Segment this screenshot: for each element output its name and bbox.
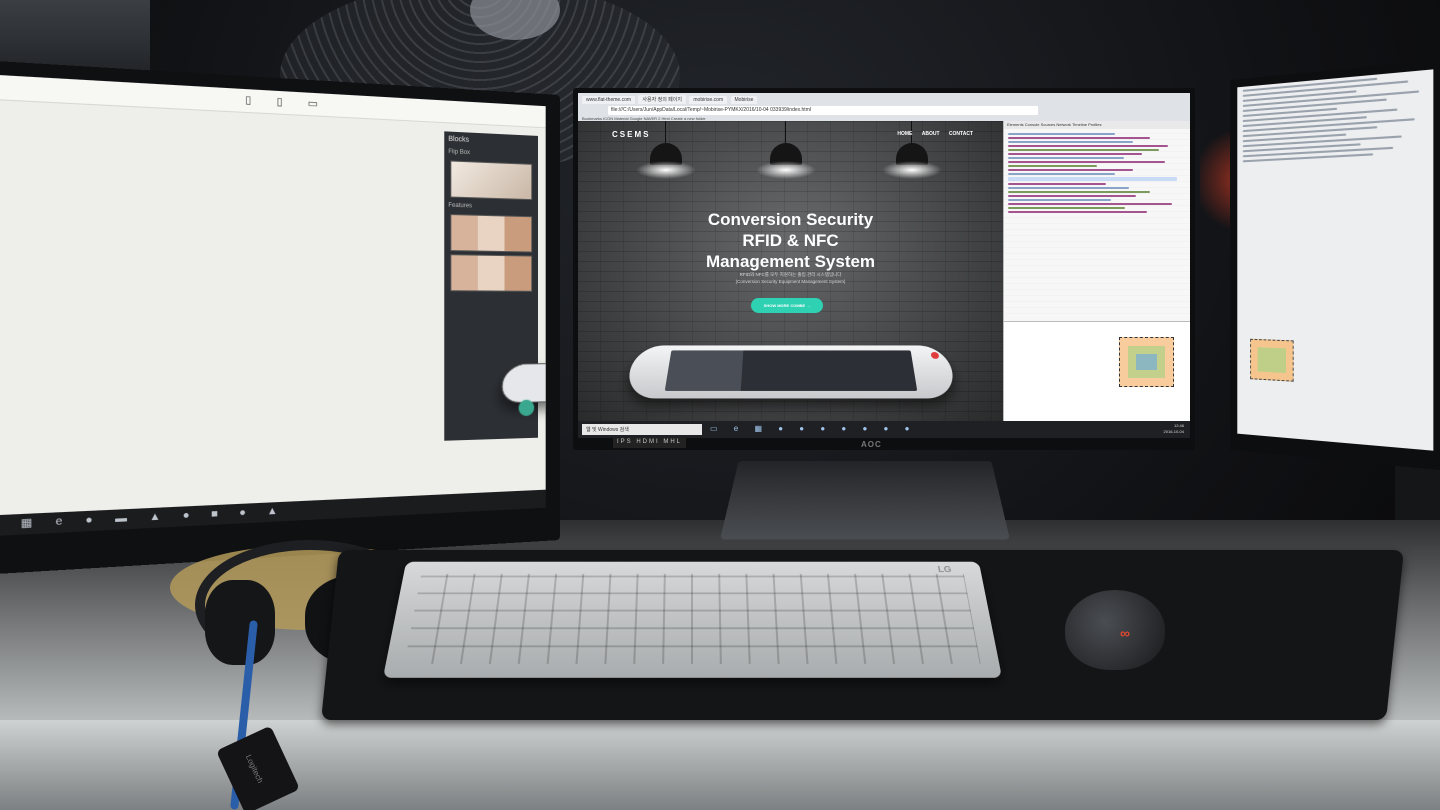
taskbar-app-icons[interactable]: ⊞ ◯ ▦ e ● ▬ ▲ ● ■ ● ▲ <box>0 505 287 534</box>
hero-line-3: Management System <box>705 252 876 271</box>
monitor-bezel-label: IPS HDMI MHL <box>613 438 687 448</box>
devtools-dom-tree[interactable] <box>1004 129 1190 319</box>
devtools-styles-pane <box>1004 321 1190 421</box>
nav-about[interactable]: ABOUT <box>922 131 940 137</box>
block-thumbnail[interactable] <box>450 160 533 201</box>
box-model-diagram <box>1119 337 1174 387</box>
devtools-panel: Elements Console Sources Network Timelin… <box>1003 121 1190 421</box>
block-thumbnail[interactable] <box>450 254 533 292</box>
hero-sub-1: RFID와 NFC를 모두 지원하는 출입 관리 시스템입니다 <box>739 272 842 277</box>
browser-tabs: www.flat-theme.com 사용자 정의 페이지 mobirise.c… <box>582 95 759 105</box>
browser-tab[interactable]: 사용자 정의 페이지 <box>638 95 686 104</box>
center-monitor: www.flat-theme.com 사용자 정의 페이지 mobirise.c… <box>573 88 1195 450</box>
headphone-earcup <box>205 580 275 665</box>
taskbar-app-icons[interactable]: ▭ e ▦ ● ● ● ● ● ● ● <box>710 424 916 433</box>
nav-contact[interactable]: CONTACT <box>949 131 973 137</box>
left-taskbar: ⊞ ◯ ▦ e ● ▬ ▲ ● ■ ● ▲ <box>0 489 546 539</box>
block-thumbnail[interactable] <box>450 214 533 253</box>
phone-call-end-icon <box>930 352 940 359</box>
keyboard-brand-logo: LG <box>937 565 953 575</box>
devtools-tabs[interactable]: Elements Console Sources Network Timelin… <box>1004 121 1190 129</box>
monitor-brand-logo: AOC <box>861 440 882 449</box>
desk-setup-photo: ml ▯ ▯ ▭ Blocks Flip Box Features ⊞ ◯ ▦ … <box>0 0 1440 810</box>
dongle-label: Logitech <box>243 753 265 785</box>
browser-tab[interactable]: Mobirise <box>730 96 758 104</box>
taskbar-search-box[interactable]: 웹 및 Windows 검색 <box>582 424 702 435</box>
hero-sub-2: (Conversion Security Equipment Managemen… <box>735 279 846 284</box>
keyboard[interactable]: LG <box>382 561 1003 678</box>
taskbar-clock: 12:46 2016-10-04 <box>1164 423 1184 435</box>
show-more-button[interactable]: SHOW MORE COMBE → <box>751 298 823 313</box>
hero-subtitle: RFID와 NFC를 모두 지원하는 출입 관리 시스템입니다 (Convers… <box>578 271 1003 285</box>
blocks-panel: Blocks Flip Box Features <box>444 131 546 441</box>
box-model-diagram <box>1250 338 1294 382</box>
site-logo[interactable]: CSEMS <box>612 130 650 139</box>
browser-tab[interactable]: www.flat-theme.com <box>582 96 636 104</box>
left-monitor: ml ▯ ▯ ▭ Blocks Flip Box Features ⊞ ◯ ▦ … <box>0 55 561 580</box>
browser-tab[interactable]: mobirise.com <box>689 96 728 104</box>
phone-screen <box>664 350 918 391</box>
clock-date: 2016-10-04 <box>1163 429 1184 434</box>
website-preview: CSEMS HOME ABOUT CONTACT Conversion Secu… <box>578 121 1003 421</box>
right-monitor-screen <box>1237 69 1434 451</box>
features-section: Features <box>448 202 473 210</box>
left-monitor-screen: ml ▯ ▯ ▭ Blocks Flip Box Features ⊞ ◯ ▦ … <box>0 71 546 539</box>
hero-headline: Conversion Security RFID & NFC Managemen… <box>578 209 1003 272</box>
center-monitor-screen: www.flat-theme.com 사용자 정의 페이지 mobirise.c… <box>578 93 1190 438</box>
block-thumbnail[interactable] <box>497 360 546 404</box>
gaming-mouse[interactable] <box>1065 590 1165 670</box>
device-preview-icons[interactable]: ▯ ▯ ▭ <box>245 94 328 110</box>
address-bar[interactable]: file:///C:/Users/Jun/AppData/Local/Temp/… <box>608 106 1038 115</box>
mouse-logo-icon: ∞ <box>1120 625 1130 641</box>
browser-chrome: www.flat-theme.com 사용자 정의 페이지 mobirise.c… <box>578 93 1190 121</box>
monitor-stand <box>720 461 1010 540</box>
center-taskbar: 웹 및 Windows 검색 ▭ e ▦ ● ● ● ● ● ● ● 12:46… <box>578 421 1190 438</box>
site-menu: HOME ABOUT CONTACT <box>889 131 973 137</box>
nav-home[interactable]: HOME <box>897 131 912 137</box>
right-monitor <box>1230 58 1440 472</box>
smartphone-mockup <box>624 345 958 399</box>
hero-line-2: RFID & NFC <box>742 231 839 250</box>
hero-line-1: Conversion Security <box>707 210 874 229</box>
desk-edge <box>0 720 1440 810</box>
site-navbar: CSEMS HOME ABOUT CONTACT <box>578 121 1003 147</box>
keyboard-keys[interactable] <box>404 573 981 664</box>
